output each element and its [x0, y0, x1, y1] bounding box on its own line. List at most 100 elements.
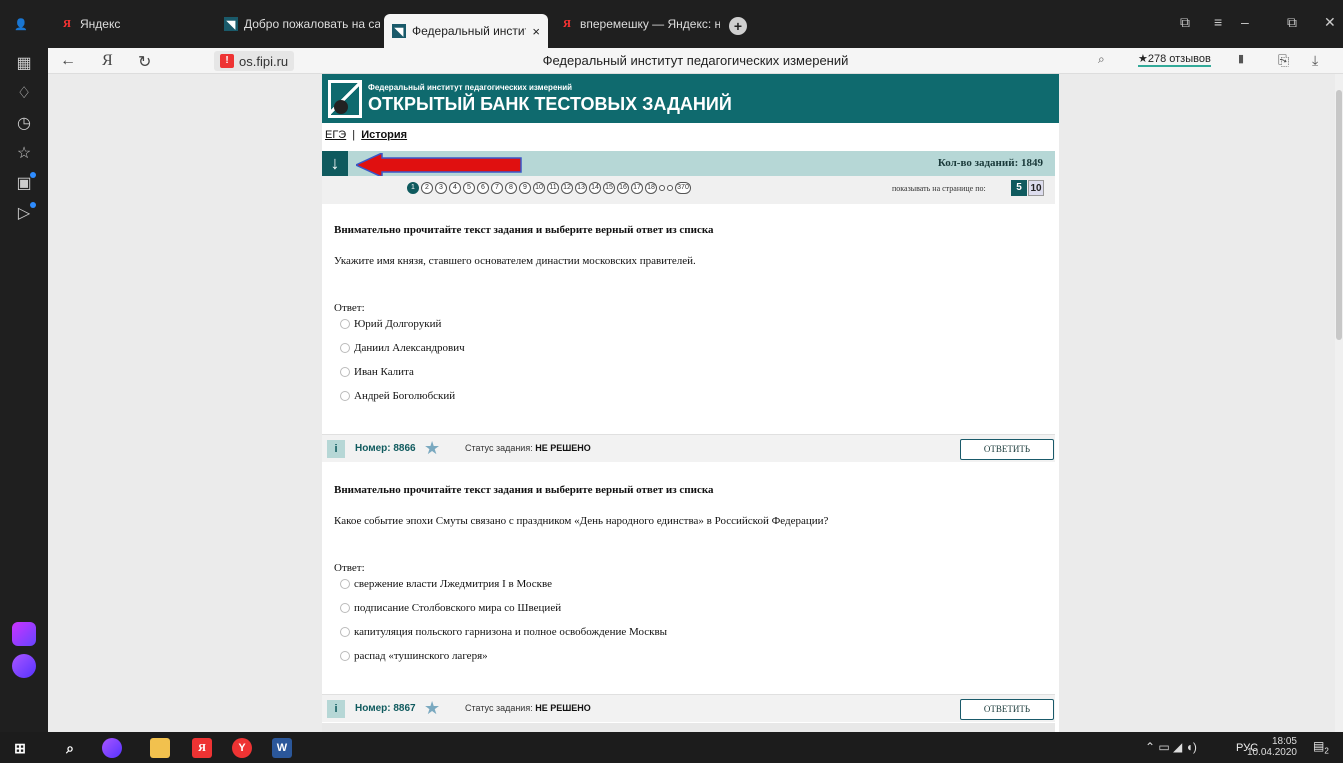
scrollbar-thumb[interactable]	[1336, 90, 1342, 340]
breadcrumb-subject[interactable]: История	[361, 129, 407, 141]
new-tab-button[interactable]: +	[729, 17, 747, 35]
breadcrumb: ЕГЭ | История	[325, 129, 408, 141]
radio-button[interactable]	[340, 391, 350, 401]
download-icon[interactable]: ⤓	[1312, 52, 1318, 69]
history-icon[interactable]: ◷	[12, 112, 36, 136]
answer-button[interactable]: ОТВЕТИТЬ	[960, 699, 1054, 720]
task-card: Внимательно прочитайте текст задания и в…	[322, 210, 1055, 434]
site-header: Федеральный институт педагогических изме…	[322, 74, 1059, 123]
tray-icons[interactable]: ⌃ ▭ ◢ ◖)	[1145, 740, 1197, 754]
radio-button[interactable]	[340, 343, 350, 353]
page-number[interactable]: 16	[617, 182, 629, 194]
collections-icon[interactable]: ▣	[12, 172, 36, 196]
close-icon[interactable]: ×	[532, 24, 540, 39]
search-icon[interactable]: ⌕	[1098, 52, 1105, 67]
page-number[interactable]: 13	[575, 182, 587, 194]
page-number[interactable]: 6	[477, 182, 489, 194]
tab-fipi-active[interactable]: ◥ Федеральный институт ×	[384, 14, 548, 48]
file-explorer-icon[interactable]	[150, 738, 170, 758]
radio-button[interactable]	[340, 651, 350, 661]
clock[interactable]: 18:05 10.04.2020	[1247, 736, 1297, 758]
page-number[interactable]: 4	[449, 182, 461, 194]
minimize-icon[interactable]: –	[1241, 14, 1249, 30]
tab-manager-icon[interactable]: ⧉	[1180, 14, 1190, 31]
tab-yandex-search[interactable]: Я вперемешку — Яндекс: на	[560, 12, 720, 36]
info-icon[interactable]: i	[327, 440, 345, 458]
reviews-badge[interactable]: ★278 отзывов	[1138, 52, 1211, 67]
annotation-red-arrow	[356, 153, 522, 177]
pagination-bar: 1 2 3 4 5 6 7 8 9 10 11 12 13 14 15 16 17 18 370 показыват…	[322, 176, 1055, 204]
page-number[interactable]: 370	[675, 182, 691, 194]
radio-button[interactable]	[340, 319, 350, 329]
answer-option[interactable]: Андрей Боголюбский	[340, 390, 455, 402]
breadcrumb-exam[interactable]: ЕГЭ	[325, 129, 346, 141]
page-number[interactable]: 9	[519, 182, 531, 194]
star-icon[interactable]: ★	[424, 698, 440, 719]
per-page-10[interactable]: 10	[1028, 180, 1044, 196]
alice-taskbar-icon[interactable]	[102, 738, 122, 758]
info-icon[interactable]: i	[327, 700, 345, 718]
profile-icon[interactable]: 👤	[14, 12, 34, 36]
radio-button[interactable]	[340, 627, 350, 637]
pagination-ellipsis	[659, 185, 665, 191]
task-count: Кол-во заданий: 1849	[937, 157, 1043, 169]
answer-option[interactable]: свержение власти Лжедмитрия I в Москве	[340, 578, 552, 590]
page-number[interactable]: 7	[491, 182, 503, 194]
page-number[interactable]: 1	[407, 182, 419, 194]
bookmark-icon[interactable]: ▮	[1238, 52, 1244, 65]
page-number[interactable]: 11	[547, 182, 559, 194]
menu-icon[interactable]: ≡	[1214, 14, 1222, 30]
tab-yandex[interactable]: Я Яндекс	[60, 12, 210, 36]
yandex-browser-icon[interactable]: Y	[232, 738, 252, 758]
extensions-icon[interactable]: ⎘	[1278, 52, 1289, 69]
media-icon[interactable]: ▷	[12, 202, 36, 226]
star-icon[interactable]: ★	[424, 438, 440, 459]
fipi-icon: ◥	[392, 24, 406, 38]
page-number[interactable]: 17	[631, 182, 643, 194]
restore-icon[interactable]: ⧉	[1287, 14, 1297, 31]
alice-voice-icon[interactable]	[12, 654, 36, 678]
fipi-icon: ◥	[224, 17, 238, 31]
radio-button[interactable]	[340, 603, 350, 613]
fipi-logo[interactable]	[328, 80, 362, 118]
page-number[interactable]: 15	[603, 182, 615, 194]
page-number[interactable]: 18	[645, 182, 657, 194]
favorites-icon[interactable]: ☆	[12, 142, 36, 166]
answer-option[interactable]: Юрий Долгорукий	[340, 318, 441, 330]
page-number[interactable]: 2	[421, 182, 433, 194]
tab-welcome[interactable]: ◥ Добро пожаловать на сай	[224, 12, 380, 36]
answer-option[interactable]: Даниил Александрович	[340, 342, 465, 354]
windows-taskbar: ⊞ ⌕ Я Y W ⌃ ▭ ◢ ◖) РУС 18:05 10.04.2020 …	[0, 732, 1343, 763]
browser-tab-bar: 👤 Я Яндекс ◥ Добро пожаловать на сай ◥ Ф…	[0, 0, 1343, 48]
page-number[interactable]: 8	[505, 182, 517, 194]
answer-option[interactable]: подписание Столбовского мира со Швецией	[340, 602, 561, 614]
page-number[interactable]: 14	[589, 182, 601, 194]
task-footer: i Номер: 8867 ★ Статус задания: НЕ РЕШЕН…	[322, 694, 1055, 722]
apps-icon[interactable]: ▦	[12, 52, 36, 76]
notification-icon[interactable]: ▤2	[1313, 739, 1331, 757]
page-number[interactable]: 5	[463, 182, 475, 194]
word-icon[interactable]: W	[272, 738, 292, 758]
task-heading: Внимательно прочитайте текст задания и в…	[334, 224, 714, 236]
radio-button[interactable]	[340, 367, 350, 377]
per-page-5[interactable]: 5	[1011, 180, 1027, 196]
task-status: Статус задания: НЕ РЕШЕНО	[465, 443, 591, 453]
arrow-down-icon[interactable]: ↓	[322, 151, 348, 176]
answer-label: Ответ:	[334, 302, 365, 314]
page-number[interactable]: 3	[435, 182, 447, 194]
page-number[interactable]: 12	[561, 182, 573, 194]
yandex-icon: Я	[63, 18, 71, 30]
search-icon[interactable]: ⌕	[60, 738, 80, 758]
per-page-label: показывать на странице по:	[892, 184, 986, 193]
notifications-icon[interactable]: ♢	[12, 82, 36, 106]
alice-app-icon[interactable]	[12, 622, 36, 646]
windows-start-icon[interactable]: ⊞	[10, 738, 30, 758]
answer-option[interactable]: Иван Калита	[340, 366, 414, 378]
close-window-icon[interactable]: ✕	[1324, 14, 1336, 31]
answer-option[interactable]: капитуляция польского гарнизона и полное…	[340, 626, 667, 638]
answer-button[interactable]: ОТВЕТИТЬ	[960, 439, 1054, 460]
answer-option[interactable]: распад «тушинского лагеря»	[340, 650, 488, 662]
page-number[interactable]: 10	[533, 182, 545, 194]
yandex-taskbar-icon[interactable]: Я	[192, 738, 212, 758]
radio-button[interactable]	[340, 579, 350, 589]
